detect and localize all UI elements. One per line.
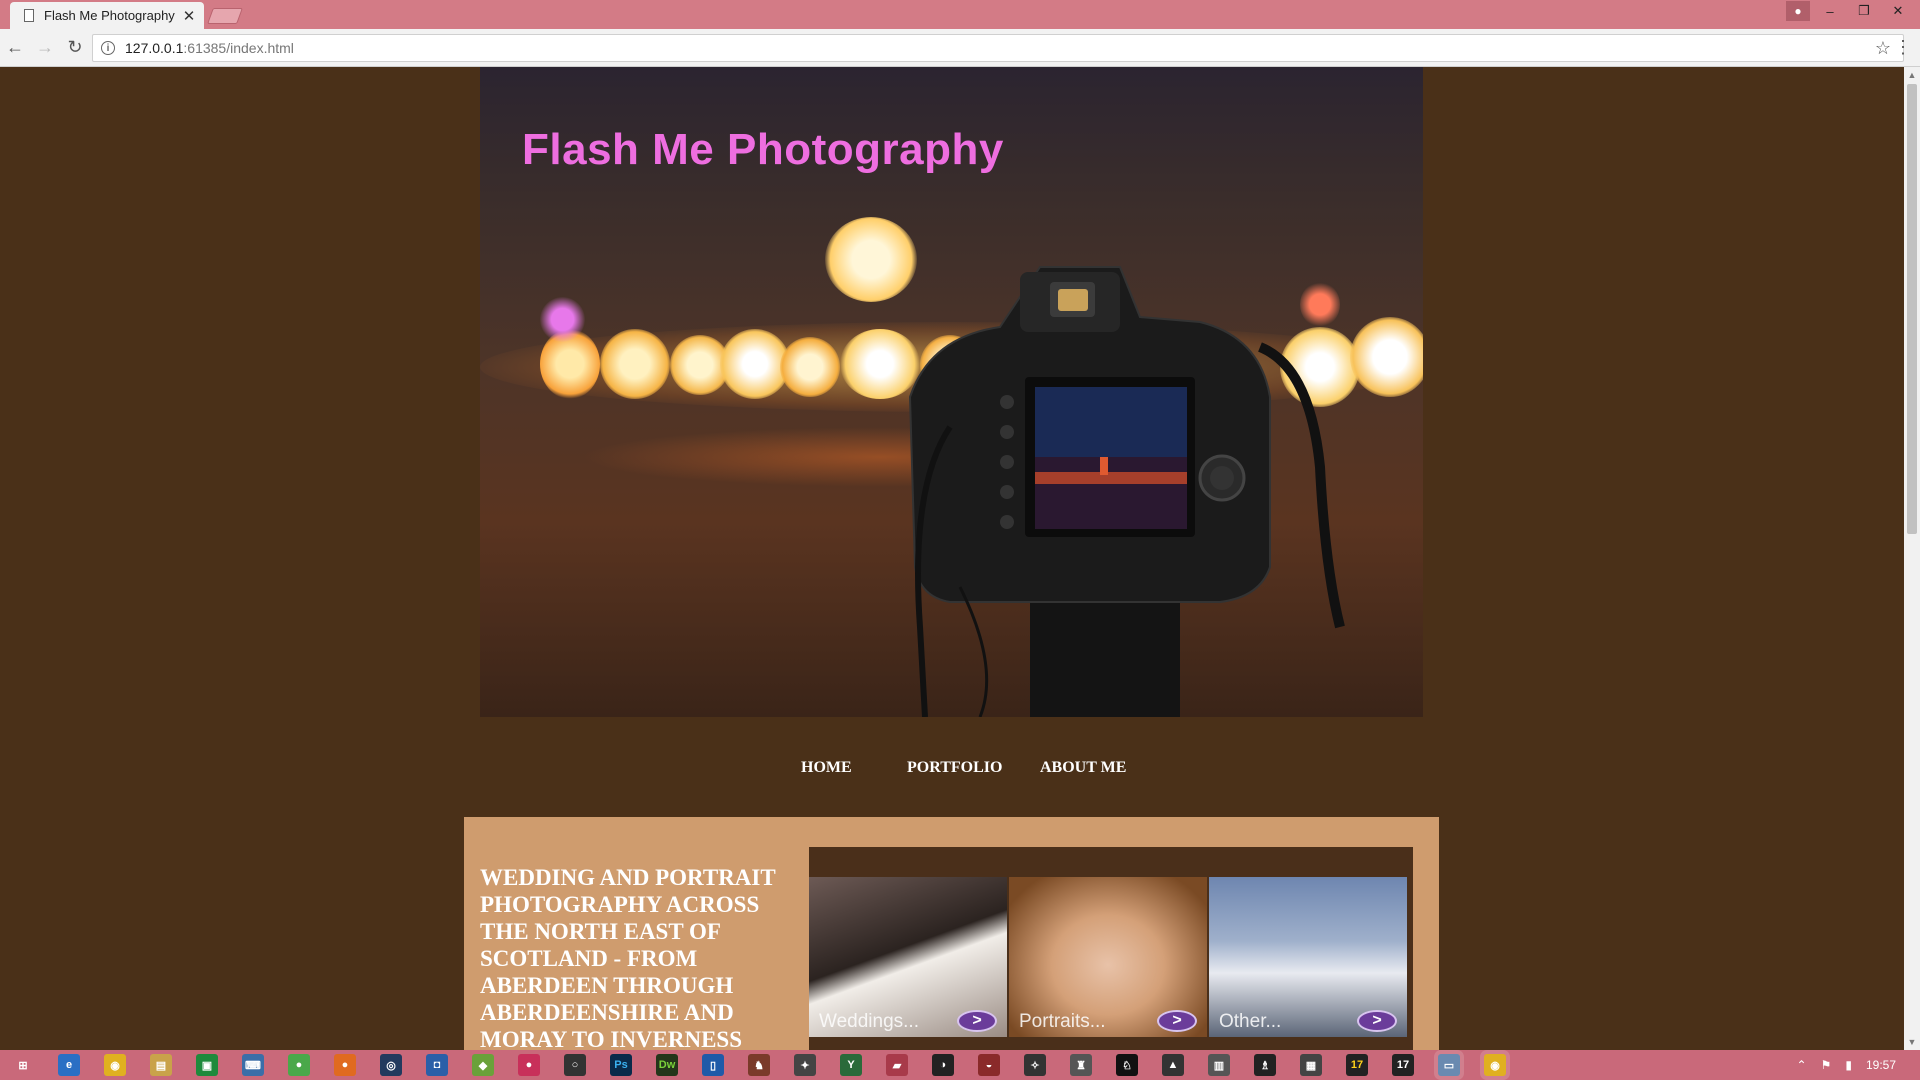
gallery-label: Other...: [1219, 1011, 1282, 1032]
scroll-up-icon[interactable]: ▲: [1904, 67, 1920, 83]
app-icon[interactable]: ○: [564, 1054, 586, 1076]
app-icon[interactable]: ●: [334, 1054, 356, 1076]
gallery-label: Portraits...: [1019, 1011, 1106, 1032]
scroll-down-icon[interactable]: ▼: [1904, 1034, 1920, 1050]
nav-about-me[interactable]: ABOUT ME: [1040, 759, 1126, 777]
app-icon[interactable]: ▭: [1438, 1054, 1460, 1076]
tray-expand-icon[interactable]: ⌃: [1797, 1058, 1807, 1072]
arrow-icon[interactable]: >: [1157, 1010, 1197, 1032]
app-icon[interactable]: ✧: [1024, 1054, 1046, 1076]
address-bar[interactable]: i 127.0.0.1:61385/index.html ☆: [92, 34, 1904, 62]
dreamweaver-icon[interactable]: Dw: [656, 1054, 678, 1076]
app-icon[interactable]: ▯: [702, 1054, 724, 1076]
keyboard-icon[interactable]: ⌨: [242, 1054, 264, 1076]
gallery-label: Weddings...: [819, 1011, 919, 1032]
close-window-button[interactable]: ✕: [1884, 3, 1912, 19]
gallery-item-weddings[interactable]: Weddings... >: [809, 877, 1007, 1037]
app-icon[interactable]: ◒: [978, 1054, 1000, 1076]
clock[interactable]: 19:57: [1866, 1058, 1896, 1072]
info-icon[interactable]: i: [101, 41, 115, 55]
app-icon[interactable]: ●: [518, 1054, 540, 1076]
gallery-item-portraits[interactable]: Portraits... >: [1009, 877, 1207, 1037]
content-panel: WEDDING AND PORTRAIT PHOTOGRAPHY ACROSS …: [464, 817, 1439, 1050]
nav-home[interactable]: HOME: [801, 759, 852, 777]
start-button-icon[interactable]: ⊞: [12, 1054, 34, 1076]
app-icon[interactable]: Y: [840, 1054, 862, 1076]
url-host: 127.0.0.1: [125, 40, 184, 56]
tab-close-button[interactable]: ✕: [182, 7, 196, 25]
photoshop-icon[interactable]: Ps: [610, 1054, 632, 1076]
arrow-icon[interactable]: >: [957, 1010, 997, 1032]
profile-icon[interactable]: ●: [1786, 1, 1810, 21]
chrome-icon[interactable]: ◉: [104, 1054, 126, 1076]
file-explorer-icon[interactable]: ▤: [150, 1054, 172, 1076]
flag-icon[interactable]: ⚑: [1821, 1058, 1832, 1072]
window-controls: ● – ❐ ✕: [1786, 0, 1912, 22]
network-icon[interactable]: ▮: [1845, 1058, 1852, 1072]
minimize-button[interactable]: –: [1816, 4, 1844, 19]
forward-button[interactable]: →: [30, 37, 60, 58]
chrome-active-icon[interactable]: ◉: [1484, 1054, 1506, 1076]
reload-button[interactable]: ↻: [60, 37, 90, 58]
main-navigation: HOME PORTFOLIO ABOUT ME: [0, 759, 1904, 789]
system-tray: ⌃ ⚑ ▮ 19:57: [1797, 1050, 1896, 1080]
app-icon[interactable]: ◑: [932, 1054, 954, 1076]
scrollbar-thumb[interactable]: [1907, 84, 1917, 534]
ie-icon[interactable]: e: [58, 1054, 80, 1076]
app-icon[interactable]: ✦: [794, 1054, 816, 1076]
new-tab-button[interactable]: [207, 8, 243, 24]
windows-taskbar: ⊞ e ◉ ▤ ▣ ⌨ ● ● ◎ ◘ ◆ ● ○ Ps Dw ▯ ♞ ✦ Y …: [0, 1050, 1920, 1080]
bookmark-star-icon[interactable]: ☆: [1875, 38, 1891, 59]
app-icon[interactable]: ▲: [1162, 1054, 1184, 1076]
portfolio-gallery: Weddings... > Portraits... > Other... >: [809, 847, 1413, 1050]
app-icon[interactable]: ♜: [1070, 1054, 1092, 1076]
site-title: Flash Me Photography: [522, 125, 1004, 174]
app-icon[interactable]: ◘: [426, 1054, 448, 1076]
arrow-icon[interactable]: >: [1357, 1010, 1397, 1032]
app-icon[interactable]: 17: [1392, 1054, 1414, 1076]
back-button[interactable]: ←: [0, 37, 30, 58]
document-icon: [24, 9, 34, 22]
app-icon[interactable]: ♘: [1116, 1054, 1138, 1076]
browser-titlebar: Flash Me Photography ✕ ● – ❐ ✕: [0, 0, 1920, 29]
app-icon[interactable]: ▦: [1300, 1054, 1322, 1076]
app-icon[interactable]: ♞: [748, 1054, 770, 1076]
hero-banner: Flash Me Photography: [480, 67, 1423, 717]
page-viewport: Flash Me Photography HOME PORTFOLIO ABOU…: [0, 67, 1904, 1050]
app-icon[interactable]: ▥: [1208, 1054, 1230, 1076]
restore-button[interactable]: ❐: [1850, 3, 1878, 19]
nav-portfolio[interactable]: PORTFOLIO: [907, 759, 1002, 777]
browser-toolbar: ← → ↻ i 127.0.0.1:61385/index.html ☆ ⋮: [0, 29, 1920, 67]
page-scrollbar[interactable]: ▲ ▼: [1904, 67, 1920, 1050]
app-icon[interactable]: ▣: [196, 1054, 218, 1076]
gallery-item-other[interactable]: Other... >: [1209, 877, 1407, 1037]
app-icon[interactable]: ◆: [472, 1054, 494, 1076]
app-icon[interactable]: ●: [288, 1054, 310, 1076]
steam-icon[interactable]: ◎: [380, 1054, 402, 1076]
app-icon[interactable]: ▰: [886, 1054, 908, 1076]
browser-tab[interactable]: Flash Me Photography ✕: [10, 2, 204, 29]
intro-text: WEDDING AND PORTRAIT PHOTOGRAPHY ACROSS …: [480, 865, 776, 1050]
url-path: :61385/index.html: [183, 40, 294, 56]
app-icon[interactable]: 17: [1346, 1054, 1368, 1076]
app-icon[interactable]: ♗: [1254, 1054, 1276, 1076]
tab-title: Flash Me Photography: [44, 8, 175, 23]
browser-menu-icon[interactable]: ⋮: [1894, 37, 1912, 58]
